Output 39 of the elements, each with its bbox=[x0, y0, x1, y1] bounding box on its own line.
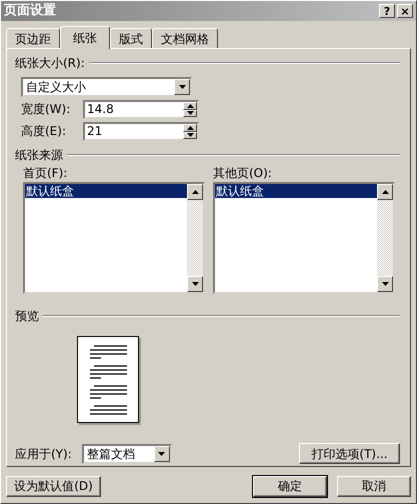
section-label: 预览 bbox=[15, 309, 39, 324]
scroll-up-button[interactable] bbox=[187, 184, 203, 200]
dialog-button[interactable]: 取消 bbox=[337, 476, 411, 497]
scroll-down-button[interactable] bbox=[187, 276, 203, 292]
field-label: 高度(E): bbox=[20, 124, 67, 139]
field-label: 应用于(Y): bbox=[15, 446, 72, 462]
tab[interactable]: 页边距 bbox=[6, 28, 60, 48]
list-label: 首页(F): bbox=[23, 166, 68, 180]
scrollbar[interactable] bbox=[187, 184, 203, 292]
section-label: 纸张来源 bbox=[15, 148, 63, 162]
tab[interactable]: 文档网格 bbox=[152, 28, 218, 48]
down-arrow-icon bbox=[192, 282, 198, 286]
scroll-up-button[interactable] bbox=[377, 184, 393, 200]
window-title: 页面设置 bbox=[4, 3, 57, 19]
section-label: 纸张大小(R): bbox=[15, 56, 85, 70]
caret-icon bbox=[158, 452, 166, 456]
field-label: 宽度(W): bbox=[20, 102, 72, 117]
dialog-button[interactable]: 确定 bbox=[253, 476, 327, 497]
list-item[interactable]: 默认纸盒 bbox=[25, 184, 187, 198]
apply-to-dropdown[interactable]: 整篇文档 bbox=[82, 444, 172, 464]
list-item[interactable]: 默认纸盒 bbox=[215, 184, 377, 198]
print-options-button[interactable]: 打印选项(T)... bbox=[299, 443, 400, 464]
dialog-button[interactable]: 设为默认值(D) bbox=[6, 476, 101, 497]
close-button[interactable]: × bbox=[397, 4, 413, 18]
dropdown-button[interactable] bbox=[174, 79, 190, 95]
paper-size-dropdown[interactable]: 自定义大小 bbox=[21, 77, 192, 97]
up-arrow-icon bbox=[382, 190, 388, 194]
tray-list[interactable]: 默认纸盒 bbox=[23, 182, 205, 294]
scroll-down-button[interactable] bbox=[377, 276, 393, 292]
help-button[interactable]: ? bbox=[379, 4, 395, 18]
dropdown-button[interactable] bbox=[154, 446, 170, 462]
caret-icon bbox=[178, 85, 186, 89]
down-arrow-icon bbox=[382, 282, 388, 286]
tray-list[interactable]: 默认纸盒 bbox=[213, 182, 395, 294]
scrollbar[interactable] bbox=[377, 184, 393, 292]
tab[interactable]: 纸张 bbox=[60, 26, 110, 49]
list-label: 其他页(O): bbox=[213, 166, 273, 180]
tab[interactable]: 版式 bbox=[110, 28, 152, 48]
up-arrow-icon bbox=[192, 190, 198, 194]
